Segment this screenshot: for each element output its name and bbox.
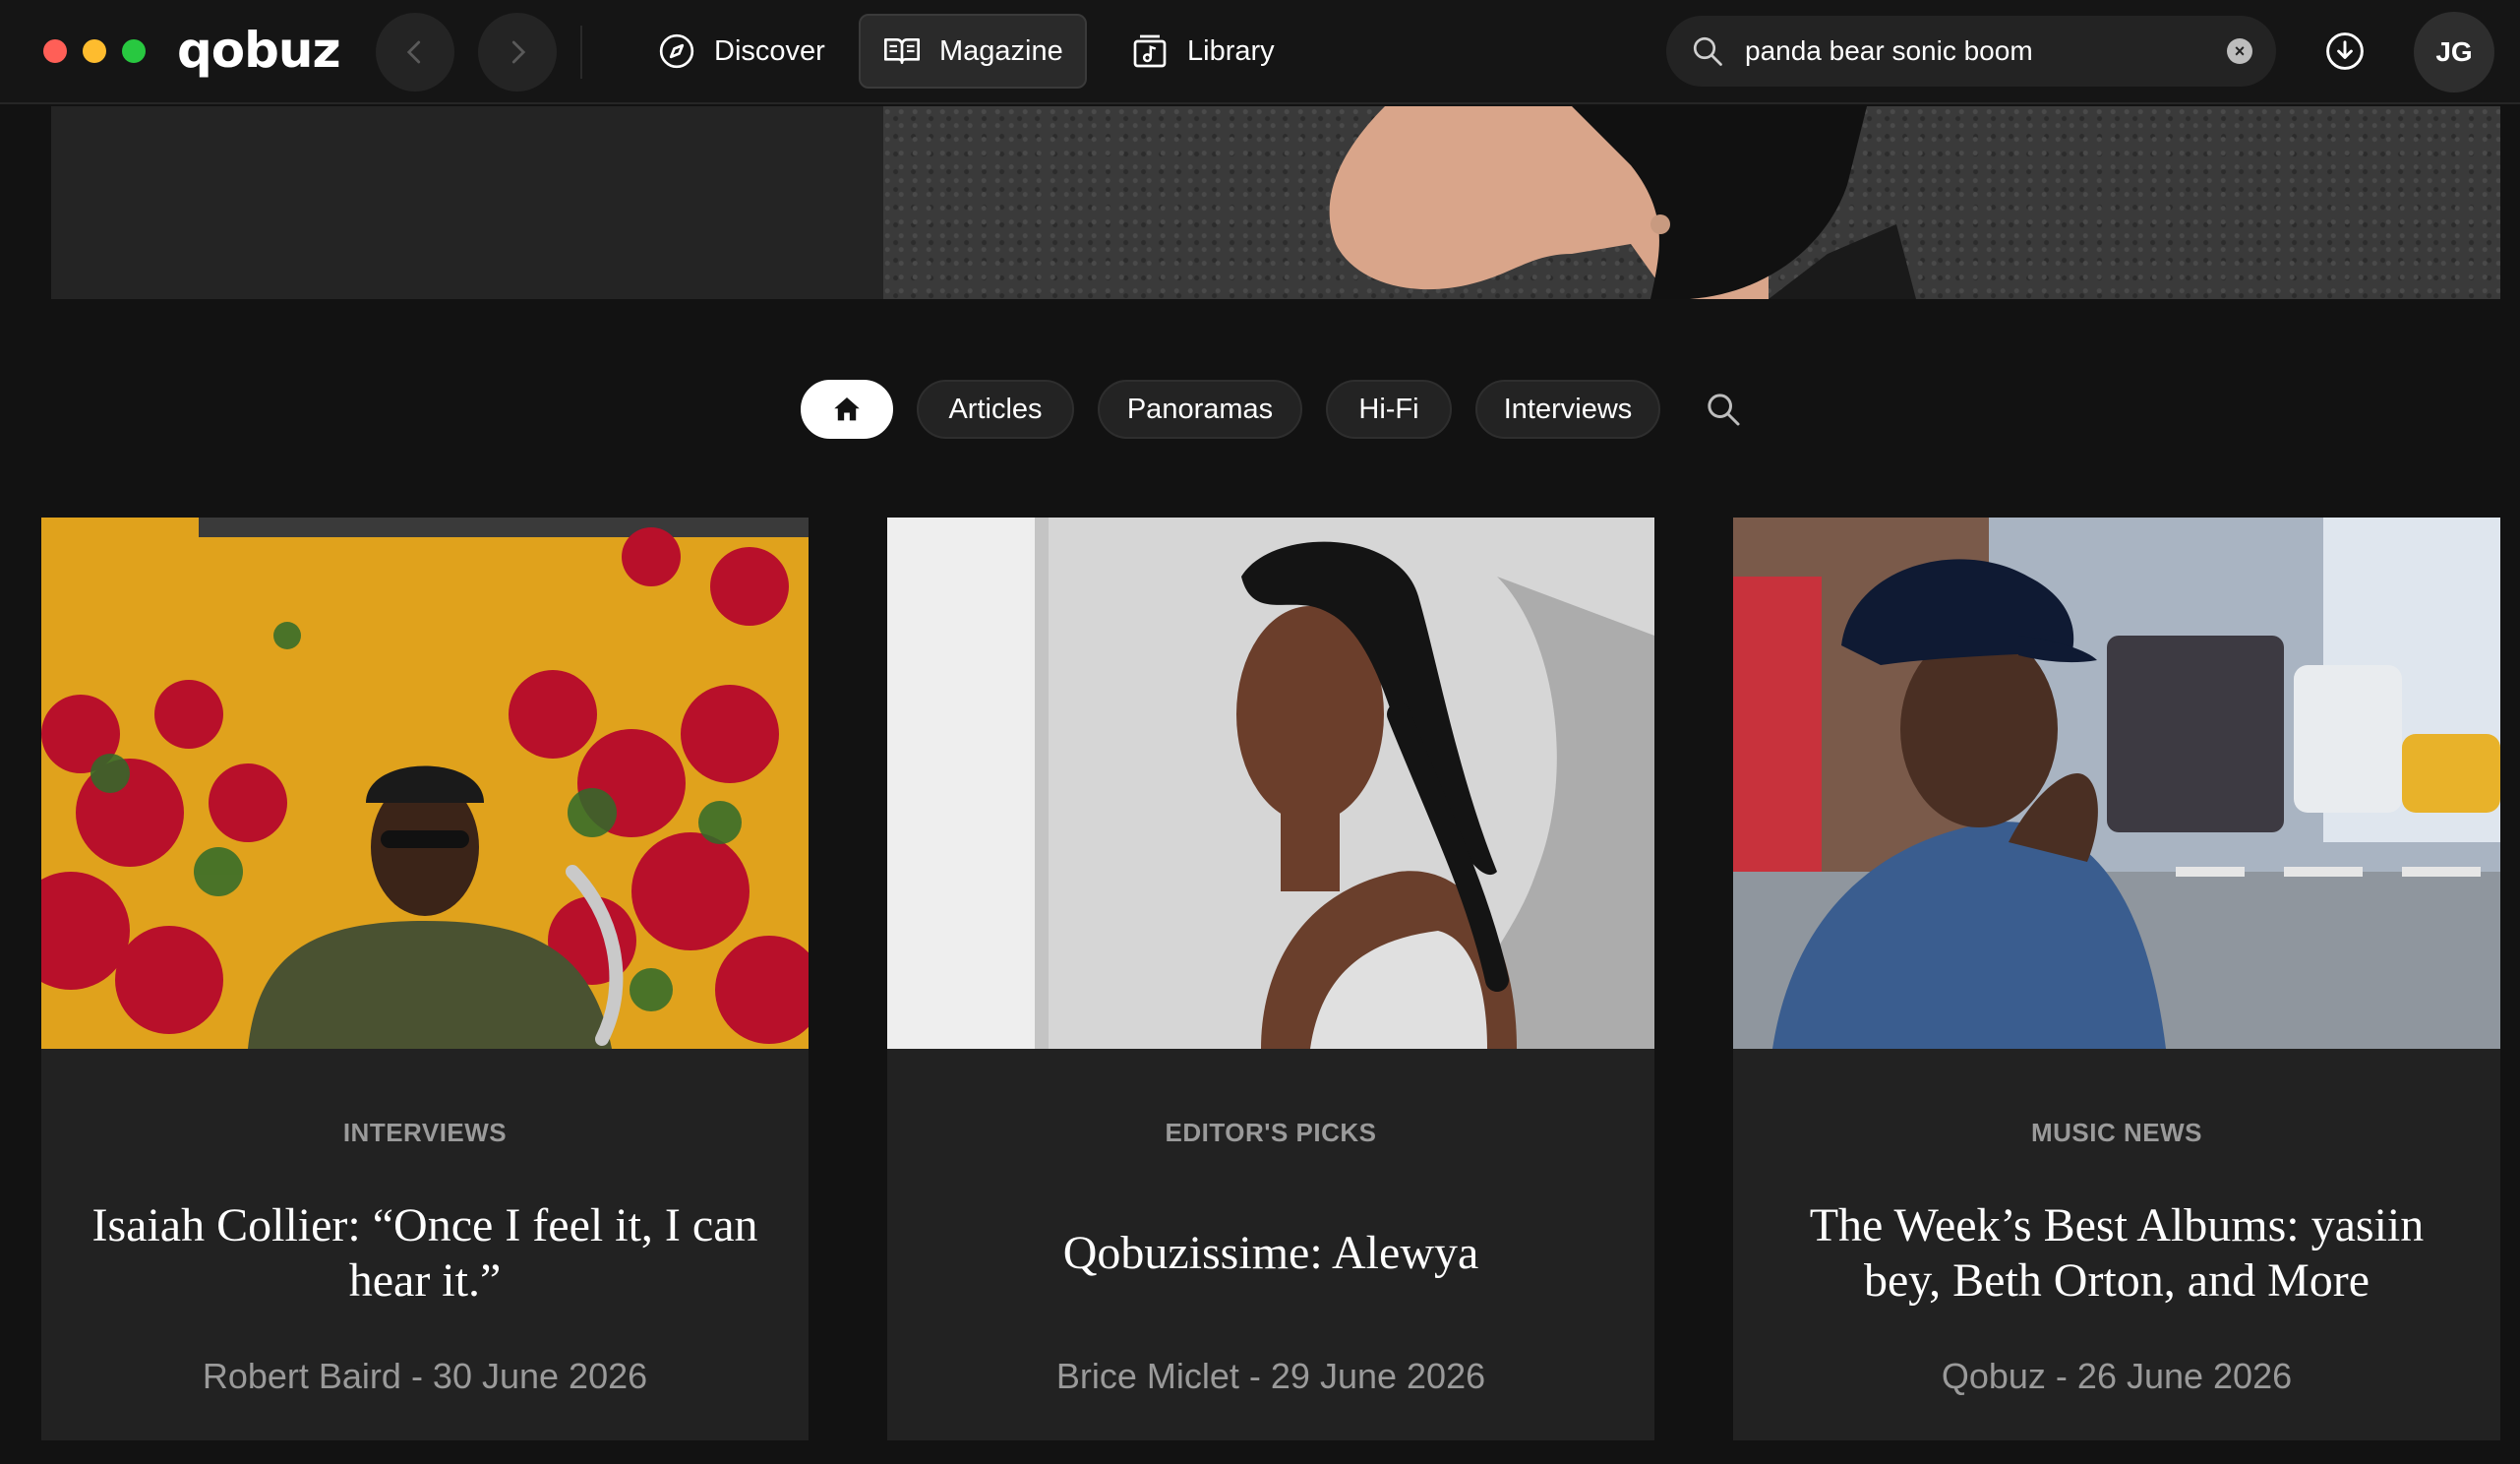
filter-hifi[interactable]: Hi-Fi bbox=[1326, 380, 1452, 439]
article-image bbox=[1733, 518, 2500, 1049]
top-bar: qobuz Discover Magazine Library panda be… bbox=[0, 0, 2520, 104]
hero-photo bbox=[1329, 106, 1916, 299]
article-byline: Robert Baird - 30 June 2026 bbox=[202, 1356, 648, 1396]
music-library-icon bbox=[1133, 34, 1167, 68]
qobuz-logo[interactable]: qobuz bbox=[177, 22, 341, 79]
article-byline: Qobuz - 26 June 2026 bbox=[1941, 1356, 2293, 1396]
open-book-icon bbox=[884, 38, 920, 64]
filter-articles[interactable]: Articles bbox=[917, 380, 1074, 439]
tab-library[interactable]: Library bbox=[1109, 14, 1296, 89]
article-category: INTERVIEWS bbox=[342, 1118, 508, 1147]
filter-interviews[interactable]: Interviews bbox=[1475, 380, 1660, 439]
avatar[interactable]: JG bbox=[2414, 12, 2494, 92]
article-title[interactable]: Qobuzissime: Alewya bbox=[927, 1226, 1615, 1281]
hero-panel bbox=[51, 106, 883, 299]
tab-discover[interactable]: Discover bbox=[635, 14, 847, 89]
tab-label: Magazine bbox=[939, 34, 1063, 67]
chevron-left-icon bbox=[406, 40, 421, 64]
minimize-window-button[interactable] bbox=[83, 39, 106, 63]
article-image bbox=[41, 518, 809, 1049]
article-card[interactable]: MUSIC NEWS The Week’s Best Albums: yasii… bbox=[1733, 518, 2500, 1440]
clear-search-icon[interactable]: × bbox=[2227, 38, 2252, 64]
download-icon[interactable] bbox=[2323, 30, 2367, 73]
filter-panoramas[interactable]: Panoramas bbox=[1098, 380, 1302, 439]
search-bar[interactable]: panda bear sonic boom × bbox=[1666, 16, 2276, 87]
article-byline: Brice Miclet - 29 June 2026 bbox=[1055, 1356, 1486, 1396]
article-category: MUSIC NEWS bbox=[2031, 1118, 2202, 1147]
search-icon bbox=[1693, 36, 1722, 66]
divider bbox=[580, 26, 582, 79]
magazine-search-icon[interactable] bbox=[1704, 390, 1743, 429]
article-title[interactable]: Isaiah Collier: “Once I feel it, I can h… bbox=[81, 1198, 769, 1309]
tab-label: Discover bbox=[714, 34, 825, 67]
article-card[interactable]: INTERVIEWS Isaiah Collier: “Once I feel … bbox=[41, 518, 809, 1440]
compass-icon bbox=[659, 33, 694, 69]
close-window-button[interactable] bbox=[43, 39, 67, 63]
home-chip[interactable] bbox=[801, 380, 893, 439]
chevron-right-icon bbox=[511, 40, 526, 64]
tab-label: Library bbox=[1187, 34, 1275, 67]
tab-magazine[interactable]: Magazine bbox=[859, 14, 1087, 89]
article-category: EDITOR'S PICKS bbox=[1165, 1118, 1377, 1147]
article-card[interactable]: EDITOR'S PICKS Qobuzissime: Alewya Brice… bbox=[887, 518, 1654, 1440]
article-title[interactable]: The Week’s Best Albums: yasiin bey, Beth… bbox=[1772, 1198, 2461, 1309]
hero-image[interactable] bbox=[883, 106, 2500, 299]
article-image bbox=[887, 518, 1654, 1049]
search-input[interactable]: panda bear sonic boom bbox=[1745, 35, 2227, 67]
zoom-window-button[interactable] bbox=[122, 39, 146, 63]
forward-button[interactable] bbox=[478, 13, 557, 92]
back-button[interactable] bbox=[376, 13, 454, 92]
home-icon bbox=[834, 396, 860, 421]
